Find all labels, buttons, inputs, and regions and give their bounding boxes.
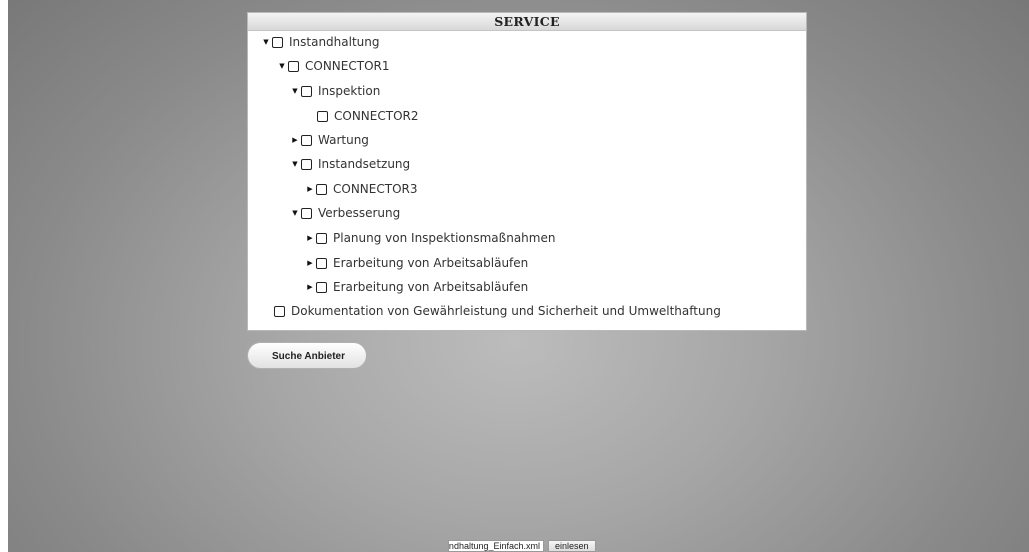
tree-checkbox[interactable] xyxy=(316,257,327,269)
tree-item-label: CONNECTOR1 xyxy=(305,59,390,73)
expand-toggle-icon[interactable]: ▼ xyxy=(291,155,299,173)
page-left-edge xyxy=(0,0,8,552)
expand-toggle-icon[interactable]: ▼ xyxy=(291,82,299,100)
search-provider-button[interactable]: Suche Anbieter xyxy=(247,342,367,369)
tree-item-label: Verbesserung xyxy=(318,206,401,220)
tree-item-label: Dokumentation von Gewährleistung und Sic… xyxy=(291,304,721,318)
file-import-bar: Instandhaltung_Einfach.xml einlesen xyxy=(448,540,596,552)
tree-item-dokumentation[interactable]: Dokumentation von Gewährleistung und Sic… xyxy=(274,302,721,320)
tree-item-label: Wartung xyxy=(318,133,369,147)
tree-item-label: Instandhaltung xyxy=(289,35,380,49)
tree-checkbox[interactable] xyxy=(301,207,312,219)
tree-checkbox[interactable] xyxy=(316,232,327,244)
collapse-toggle-icon[interactable]: ▶ xyxy=(306,254,314,272)
tree-item-wartung[interactable]: ▶ Wartung xyxy=(291,131,369,149)
tree-checkbox[interactable] xyxy=(301,134,312,146)
tree-item-label: Inspektion xyxy=(318,84,381,98)
tree-item-connector3[interactable]: ▶ CONNECTOR3 xyxy=(306,180,418,198)
tree-item-instandsetzung[interactable]: ▼ Instandsetzung xyxy=(291,155,410,173)
tree-checkbox[interactable] xyxy=(317,110,328,122)
collapse-toggle-icon[interactable]: ▶ xyxy=(306,180,314,198)
collapse-toggle-icon[interactable]: ▶ xyxy=(291,131,299,149)
tree-item-verbesserung[interactable]: ▼ Verbesserung xyxy=(291,204,400,222)
file-read-button[interactable]: einlesen xyxy=(548,540,596,552)
tree-checkbox[interactable] xyxy=(301,158,312,170)
tree-item-label: Instandsetzung xyxy=(318,157,411,171)
tree-item-instandhaltung[interactable]: ▼ Instandhaltung xyxy=(262,33,380,51)
file-name-text: Instandhaltung_Einfach.xml xyxy=(448,541,540,551)
tree-checkbox[interactable] xyxy=(301,85,312,97)
service-panel-title: SERVICE xyxy=(248,13,806,31)
tree-item-label: Erarbeitung von Arbeitsabläufen xyxy=(333,280,529,294)
tree-item-erarbeitung-2[interactable]: ▶ Erarbeitung von Arbeitsabläufen xyxy=(306,278,528,296)
tree-item-planung[interactable]: ▶ Planung von Inspektionsmaßnahmen xyxy=(306,229,555,247)
tree-checkbox[interactable] xyxy=(272,36,283,48)
tree-checkbox[interactable] xyxy=(274,305,285,317)
collapse-toggle-icon[interactable]: ▶ xyxy=(306,278,314,296)
expand-toggle-icon[interactable]: ▼ xyxy=(291,204,299,222)
tree-item-label: Erarbeitung von Arbeitsabläufen xyxy=(333,256,529,270)
tree-item-label: CONNECTOR3 xyxy=(333,182,418,196)
tree-checkbox[interactable] xyxy=(316,281,327,293)
file-name-field[interactable]: Instandhaltung_Einfach.xml xyxy=(448,540,544,552)
tree-item-erarbeitung-1[interactable]: ▶ Erarbeitung von Arbeitsabläufen xyxy=(306,254,528,272)
expand-toggle-icon[interactable]: ▼ xyxy=(262,33,270,51)
tree-item-label: CONNECTOR2 xyxy=(334,109,419,123)
tree-checkbox[interactable] xyxy=(316,183,327,195)
expand-toggle-icon[interactable]: ▼ xyxy=(278,57,286,75)
tree-item-inspektion[interactable]: ▼ Inspektion xyxy=(291,82,380,100)
tree-item-label: Planung von Inspektionsmaßnahmen xyxy=(333,231,556,245)
collapse-toggle-icon[interactable]: ▶ xyxy=(306,229,314,247)
tree-checkbox[interactable] xyxy=(288,60,299,72)
tree-item-connector1[interactable]: ▼ CONNECTOR1 xyxy=(278,57,390,75)
tree-item-connector2[interactable]: CONNECTOR2 xyxy=(317,107,419,125)
service-panel: SERVICE ▼ Instandhaltung ▼ CONNECTOR1 ▼ … xyxy=(247,12,807,331)
